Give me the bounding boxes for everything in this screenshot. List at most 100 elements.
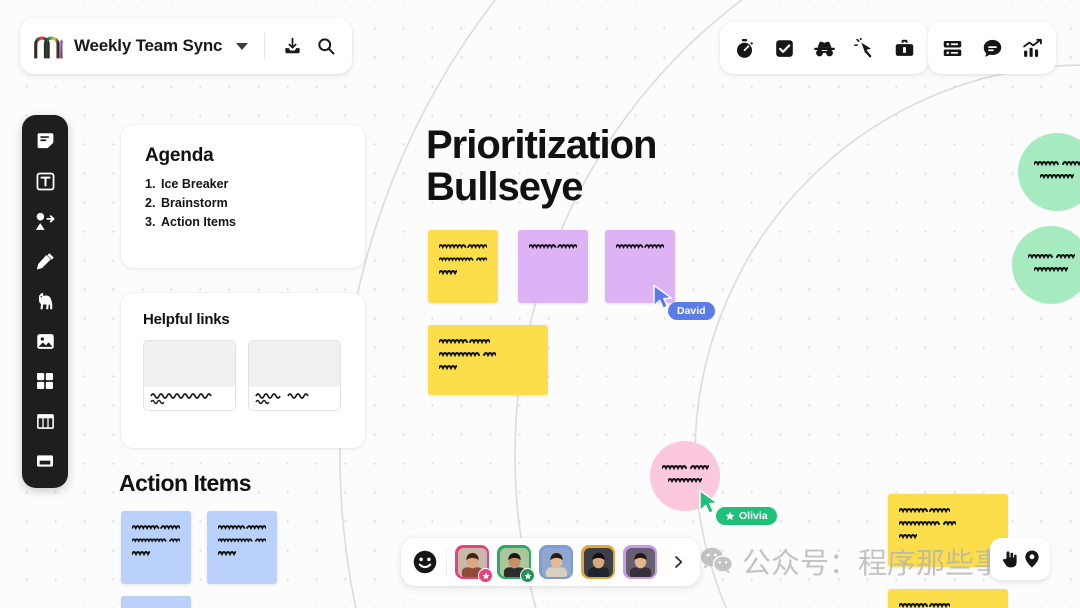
toolkit-icon[interactable] — [892, 36, 916, 60]
participant-5[interactable] — [623, 545, 657, 579]
agenda-item-label: Brainstorm — [161, 196, 228, 210]
agenda-item-number: 3. — [145, 215, 156, 229]
helpful-links-title: Helpful links — [143, 311, 230, 328]
cursor-name: Olivia — [739, 510, 768, 522]
circle-note[interactable] — [650, 441, 720, 511]
star-badge — [520, 568, 535, 583]
link-thumbnail-2[interactable] — [248, 340, 341, 411]
star-icon — [481, 572, 490, 579]
squiggle-line — [439, 268, 487, 277]
squiggle-placeholder-icon — [150, 393, 212, 405]
squiggle-line — [218, 536, 266, 545]
llama-icon[interactable] — [32, 289, 58, 315]
voting-icon[interactable] — [940, 36, 964, 60]
agenda-title: Agenda — [145, 145, 214, 166]
document-title: Weekly Team Sync — [74, 36, 223, 55]
action-items-heading: Action Items — [119, 470, 252, 496]
squiggle-line — [132, 523, 180, 532]
search-icon[interactable] — [315, 33, 338, 59]
agenda-item-label: Ice Breaker — [161, 177, 229, 191]
list-item: 3. Action Items — [145, 215, 341, 229]
analytics-chart-icon[interactable] — [1020, 36, 1044, 60]
participant-3[interactable] — [539, 545, 573, 579]
avatar-divider — [446, 549, 447, 575]
squiggle-line — [218, 549, 266, 558]
whiteboard-app: Weekly Team Sync Agenda 1. Ice Breaker 2… — [0, 0, 1080, 608]
avatar — [541, 547, 571, 577]
tools-sidebar — [22, 115, 68, 488]
avatar — [625, 547, 655, 577]
sticky-note[interactable] — [518, 230, 588, 303]
thumbnail-preview — [144, 341, 235, 387]
cursor-click-icon[interactable] — [852, 36, 876, 60]
rainbow-arch-logo — [34, 36, 64, 59]
toolbar-primary — [720, 22, 928, 74]
thumbnail-caption — [249, 387, 340, 410]
link-thumbnail-row — [143, 340, 343, 411]
squiggle-line — [439, 337, 537, 346]
squiggle-line — [529, 242, 577, 251]
connector-shape-icon[interactable] — [32, 209, 58, 235]
cursor-mode-badge[interactable] — [990, 538, 1050, 580]
sticky-note[interactable] — [207, 511, 277, 584]
bullseye-title-line1: Prioritization — [426, 123, 657, 167]
list-item: 2. Brainstorm — [145, 196, 341, 210]
cursor-name: David — [677, 305, 706, 317]
participants-bar — [401, 538, 700, 586]
chevron-down-icon[interactable] — [236, 42, 249, 50]
squiggle-line — [439, 255, 487, 264]
avatar — [583, 547, 613, 577]
smiley-face-icon[interactable] — [412, 549, 438, 575]
cursor-label-david: David — [668, 302, 715, 320]
grid-icon[interactable] — [32, 368, 58, 394]
comment-icon[interactable] — [980, 36, 1004, 60]
text-icon[interactable] — [32, 169, 58, 195]
download-icon[interactable] — [281, 33, 304, 59]
participant-2[interactable] — [497, 545, 535, 583]
squiggle-line — [1034, 265, 1068, 274]
frame-icon[interactable] — [32, 448, 58, 474]
participant-4[interactable] — [581, 545, 615, 579]
sticky-note[interactable] — [428, 230, 498, 303]
star-icon — [725, 511, 735, 521]
participant-1[interactable] — [455, 545, 493, 583]
circle-note[interactable] — [1018, 133, 1080, 211]
squiggle-line — [439, 363, 537, 372]
page-title: Prioritization Bullseye — [426, 123, 657, 209]
timer-icon[interactable] — [732, 36, 756, 60]
list-item: 1. Ice Breaker — [145, 177, 341, 191]
squiggle-line — [132, 549, 180, 558]
squiggle-line — [899, 532, 997, 541]
squiggle-line — [668, 476, 702, 485]
bullseye-title-line2: Bullseye — [426, 165, 584, 209]
squiggle-line — [439, 350, 537, 359]
thumbnail-preview — [249, 341, 340, 387]
squiggle-line — [661, 463, 709, 472]
thumbnail-caption — [144, 387, 235, 410]
squiggle-line — [1040, 172, 1074, 181]
sticky-note[interactable] — [121, 596, 191, 608]
circle-note[interactable] — [1012, 226, 1080, 304]
agenda-item-label: Action Items — [161, 215, 237, 229]
sticky-note[interactable] — [428, 325, 548, 395]
sticky-note[interactable] — [888, 589, 1008, 608]
squiggle-line — [218, 523, 266, 532]
chevron-right-icon[interactable] — [667, 551, 689, 573]
image-icon[interactable] — [32, 328, 58, 354]
pen-icon[interactable] — [32, 249, 58, 275]
helpful-links-card[interactable]: Helpful links — [121, 293, 365, 448]
sticky-note-icon[interactable] — [32, 129, 58, 155]
table-icon[interactable] — [32, 408, 58, 434]
anonymous-mode-icon[interactable] — [812, 36, 836, 60]
checkbox-icon[interactable] — [772, 36, 796, 60]
toolbar-secondary — [928, 22, 1056, 74]
link-thumbnail-1[interactable] — [143, 340, 236, 411]
squiggle-line — [899, 519, 997, 528]
squiggle-placeholder-icon — [255, 393, 309, 405]
agenda-card[interactable]: Agenda 1. Ice Breaker 2. Brainstorm 3. Acti… — [121, 125, 365, 268]
agenda-item-number: 1. — [145, 177, 156, 191]
sticky-note[interactable] — [121, 511, 191, 584]
sticky-note[interactable] — [605, 230, 675, 303]
star-badge — [478, 568, 493, 583]
squiggle-line — [1033, 159, 1080, 168]
